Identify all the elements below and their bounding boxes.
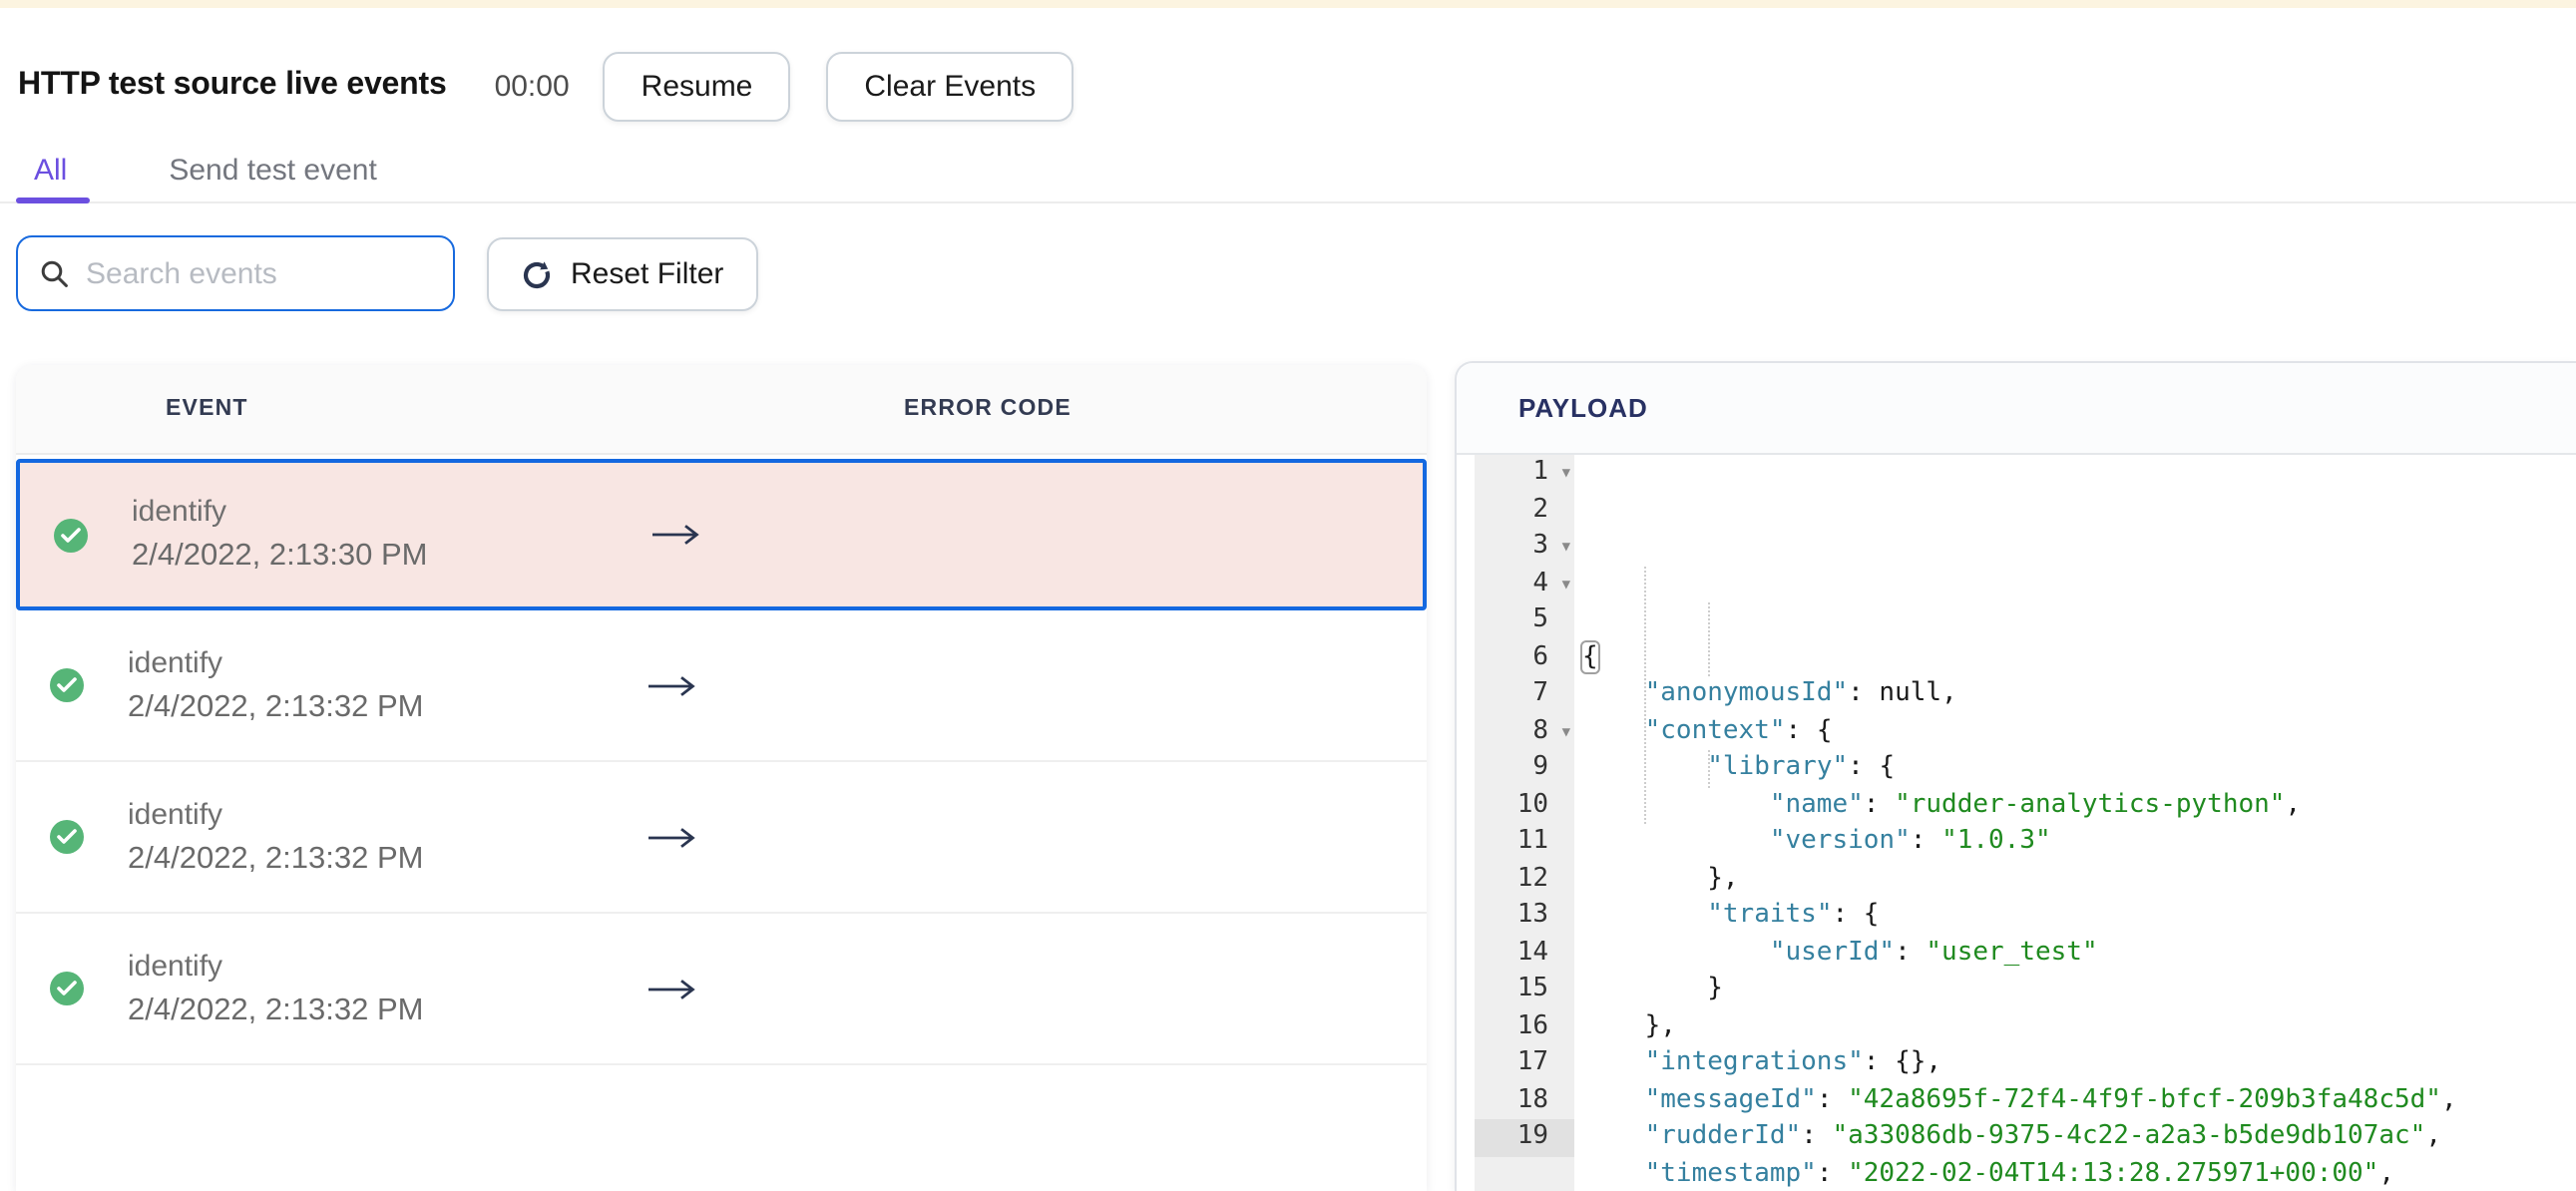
- event-info: identify 2/4/2022, 2:13:32 PM: [128, 949, 423, 1028]
- line-number: 17: [1516, 1047, 1548, 1077]
- events-table: EVENT ERROR CODE identify 2/4/2022, 2:13…: [16, 365, 1427, 1191]
- event-row[interactable]: identify 2/4/2022, 2:13:30 PM: [16, 459, 1427, 610]
- success-icon: [50, 820, 84, 854]
- details-arrow-icon[interactable]: [646, 825, 698, 849]
- line-number: 18: [1516, 1084, 1548, 1114]
- event-row[interactable]: identify 2/4/2022, 2:13:32 PM: [16, 762, 1427, 914]
- top-accent-bar: [0, 0, 2576, 8]
- column-header-event: EVENT: [166, 397, 248, 421]
- line-number: 11: [1516, 826, 1548, 856]
- success-icon: [50, 668, 84, 702]
- line-number: 14: [1516, 937, 1548, 967]
- refresh-icon: [521, 257, 555, 291]
- code-line: "timestamp": "2022-02-04T14:13:28.275971…: [1644, 1158, 2394, 1188]
- event-info: identify 2/4/2022, 2:13:30 PM: [132, 495, 427, 575]
- code-line: "userId": "user_test": [1769, 937, 2098, 967]
- event-info: identify 2/4/2022, 2:13:32 PM: [128, 645, 423, 725]
- event-timestamp: 2/4/2022, 2:13:32 PM: [128, 689, 424, 723]
- line-number: 12: [1516, 863, 1548, 893]
- event-type: identify: [128, 645, 223, 679]
- line-number: 19: [1475, 1119, 1574, 1156]
- payload-panel-header: PAYLOAD: [1457, 363, 2576, 455]
- code-line: "context": {: [1644, 715, 1833, 745]
- indent-guide: [1644, 566, 1647, 824]
- code-line: "traits": {: [1707, 900, 1880, 930]
- tab-bar: All Send test event: [0, 140, 2576, 205]
- page-title: HTTP test source live events: [18, 68, 447, 102]
- payload-panel: PAYLOAD 1 ▼ 2 3 ▼ 4 ▼ 5 6 7 8 ▼ 9 10 11 12 13 14 15 16 17 18 1…: [1455, 361, 2576, 1191]
- line-number: 13: [1516, 900, 1548, 930]
- payload-editor[interactable]: 1 ▼ 2 3 ▼ 4 ▼ 5 6 7 8 ▼ 9 10 11 12 13 14 15 16 17 18 19 { "ano…: [1457, 455, 2576, 1191]
- resume-button[interactable]: Resume: [603, 51, 791, 121]
- indent-guide: [1707, 750, 1710, 787]
- search-input[interactable]: [86, 256, 483, 290]
- line-number: 8 ▼: [1475, 713, 1574, 750]
- event-timer: 00:00: [494, 69, 570, 103]
- editor-code[interactable]: { "anonymousId": null, "context": { "lib…: [1578, 455, 2576, 1191]
- code-line: "library": {: [1707, 752, 1896, 782]
- line-number: 5: [1532, 604, 1548, 634]
- live-events-page: HTTP test source live events 00:00 Resum…: [0, 0, 2576, 1191]
- line-number: 7: [1532, 678, 1548, 708]
- code-line: {: [1580, 639, 1600, 673]
- fold-caret-icon[interactable]: ▼: [1562, 455, 1570, 492]
- event-timestamp: 2/4/2022, 2:13:30 PM: [132, 539, 428, 573]
- search-icon: [40, 258, 70, 288]
- code-line: "anonymousId": null,: [1644, 678, 1957, 708]
- details-arrow-icon[interactable]: [646, 977, 698, 1000]
- fold-caret-icon[interactable]: ▼: [1562, 566, 1570, 602]
- event-row[interactable]: identify 2/4/2022, 2:13:32 PM: [16, 914, 1427, 1065]
- payload-title: PAYLOAD: [1518, 393, 1648, 423]
- line-number: 15: [1516, 974, 1548, 1003]
- line-number: 1 ▼: [1475, 455, 1574, 492]
- events-table-header: EVENT ERROR CODE: [16, 365, 1427, 455]
- search-box: [16, 235, 483, 311]
- event-type: identify: [128, 797, 223, 831]
- success-icon: [50, 972, 84, 1005]
- success-icon: [54, 518, 88, 552]
- event-timestamp: 2/4/2022, 2:13:32 PM: [128, 992, 424, 1026]
- tab-bar-border: [0, 201, 2576, 203]
- line-number: 6: [1532, 641, 1548, 671]
- details-arrow-icon[interactable]: [646, 673, 698, 697]
- clear-events-button[interactable]: Clear Events: [826, 51, 1074, 121]
- tab-all[interactable]: All: [16, 154, 85, 188]
- reset-filter-label: Reset Filter: [571, 257, 724, 291]
- event-info: identify 2/4/2022, 2:13:32 PM: [128, 797, 423, 877]
- active-tab-underline: [16, 197, 90, 203]
- editor-gutter: 1 ▼ 2 3 ▼ 4 ▼ 5 6 7 8 ▼ 9 10 11 12 13 14 15 16 17 18 19: [1475, 455, 1574, 1191]
- code-line: "messageId": "42a8695f-72f4-4f9f-bfcf-20…: [1644, 1084, 2457, 1114]
- line-number: 10: [1516, 789, 1548, 819]
- line-number: 2: [1532, 494, 1548, 524]
- code-line: "version": "1.0.3": [1769, 826, 2051, 856]
- code-line: "integrations": {},: [1644, 1047, 1942, 1077]
- line-number: 9: [1532, 752, 1548, 782]
- line-number: 3 ▼: [1475, 529, 1574, 566]
- details-arrow-icon[interactable]: [650, 523, 702, 547]
- line-number: 4 ▼: [1475, 566, 1574, 602]
- code-line: "name": "rudder-analytics-python",: [1769, 789, 2302, 819]
- line-number: 16: [1516, 1010, 1548, 1040]
- code-line: },: [1582, 863, 1739, 893]
- event-timestamp: 2/4/2022, 2:13:32 PM: [128, 841, 424, 875]
- column-header-error-code: ERROR CODE: [904, 397, 1072, 421]
- event-type: identify: [128, 949, 223, 983]
- fold-caret-icon[interactable]: ▼: [1562, 529, 1570, 566]
- reset-filter-button[interactable]: Reset Filter: [487, 237, 758, 311]
- event-rows: identify 2/4/2022, 2:13:30 PM identify 2…: [16, 459, 1427, 1065]
- event-row[interactable]: identify 2/4/2022, 2:13:32 PM: [16, 610, 1427, 762]
- indent-guide: [1707, 602, 1710, 676]
- code-line: },: [1582, 1010, 1676, 1040]
- page-header: HTTP test source live events 00:00 Resum…: [18, 48, 1074, 124]
- event-type: identify: [132, 495, 227, 529]
- fold-caret-icon[interactable]: ▼: [1562, 713, 1570, 750]
- code-line: "rudderId": "a33086db-9375-4c22-a2a3-b5d…: [1644, 1121, 2441, 1151]
- code-line: }: [1582, 974, 1723, 1003]
- tab-send-test-event[interactable]: Send test event: [151, 154, 395, 188]
